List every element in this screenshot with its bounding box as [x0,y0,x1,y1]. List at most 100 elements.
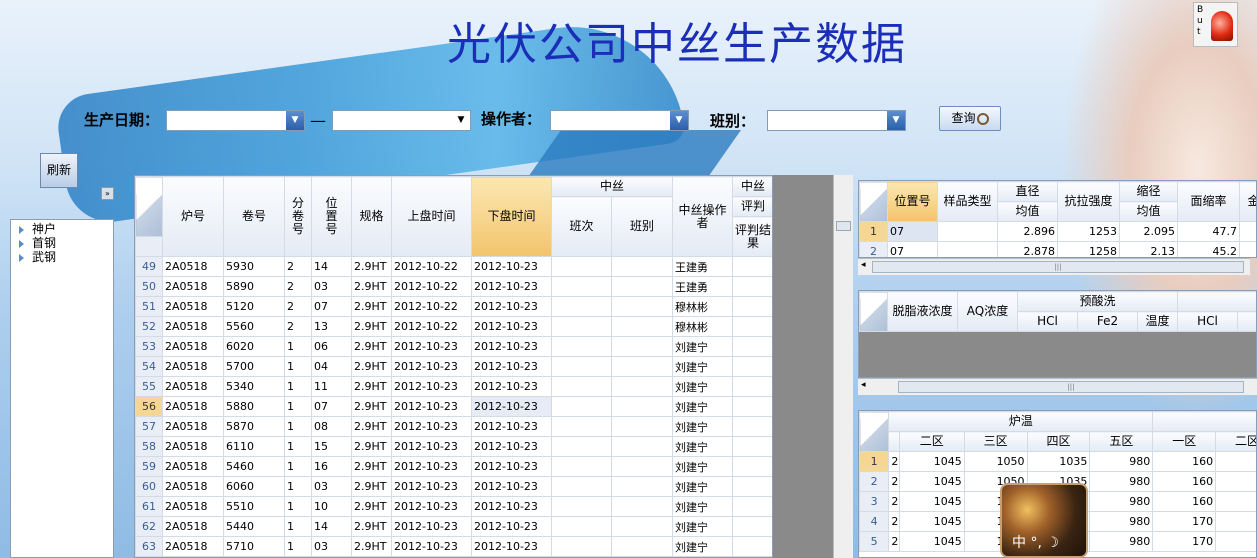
test-data-grid: 位置号 样品类型 直径 抗拉强度 缩径 面缩率 金相 均值 均值 1 07 2.… [858,180,1257,258]
ime-toolbar[interactable]: 中 °, ☽ [1000,483,1088,558]
date-end-combo[interactable]: ▼ [332,110,471,131]
col-header-temp[interactable]: 温度 [1137,311,1178,332]
col-header-shrink[interactable]: 缩径 [1119,181,1178,202]
pickling-data-grid: 脱脂液浓度 AQ浓度 预酸洗 HCl Fe2 温度 HCl [858,290,1257,378]
horizontal-scrollbar[interactable]: ◂ ||| [858,378,1257,395]
col-header-up-time[interactable]: 上盘时间 [391,176,472,257]
col-header-aq[interactable]: AQ浓度 [957,291,1018,332]
expand-arrow-icon[interactable] [19,253,24,262]
col-header-position[interactable]: 位置号 [311,176,352,257]
col-header-fe2[interactable]: Fe2 [1077,311,1138,332]
col-header-position[interactable]: 位置号 [887,181,938,222]
table-row[interactable]: 55 2A0518 5340 1 11 2.9HT 2012-10-23 2012-10-23… [135,376,772,397]
table-row[interactable]: 49 2A0518 5930 2 14 2.9HT 2012-10-22 2012-10-23… [135,256,772,277]
scroll-left-icon[interactable]: ◂ [861,380,866,390]
table-row[interactable]: 58 2A0518 6110 1 15 2.9HT 2012-10-23 2012-10-23… [135,436,772,457]
table-row[interactable]: 51 2A0518 5120 2 07 2.9HT 2012-10-22 2012-10-23… [135,296,772,317]
tree-node[interactable]: 首钢 [11,236,113,250]
date-label: 生产日期： [84,111,160,129]
main-data-grid: 炉号 卷号 分卷号 位置号 规格 上盘时间 下盘时间 中丝 中丝操作者 中丝 班… [134,175,773,558]
col-header-hcl-2[interactable]: HCl [1177,311,1238,332]
horizontal-scrollbar[interactable]: ◂ ||| [858,258,1250,275]
vertical-scrollbar[interactable] [833,175,853,558]
col-header-judge[interactable]: 评判 [732,196,772,217]
col-header-tensile[interactable]: 抗拉强度 [1057,181,1120,222]
col-header-coil[interactable]: 卷号 [223,176,285,257]
col-header-zone-2b[interactable]: 二区 [1215,431,1256,452]
shift-combo[interactable]: ▼ [767,110,906,131]
table-row[interactable]: 63 2A0518 5710 1 03 2.9HT 2012-10-23 2012-10-23… [135,536,772,557]
col-header-judge-result[interactable]: 评判结果 [732,216,772,257]
col-header-zone-1b[interactable]: 一区 [1152,431,1217,452]
page-title: 光伏公司中丝生产数据 [447,19,907,70]
col-header-shift-no[interactable]: 班次 [551,196,612,257]
table-row[interactable]: 2 07 2.878 1258 2.13 45.2 [859,241,1256,257]
col-header-diameter-avg[interactable]: 均值 [997,201,1058,222]
col-header-area-ratio[interactable]: 面缩率 [1177,181,1240,222]
scroll-thumb[interactable] [836,221,851,231]
table-row[interactable]: 60 2A0518 6060 1 03 2.9HT 2012-10-23 2012-10-23… [135,476,772,497]
dropdown-arrow-icon[interactable]: ▼ [286,111,304,130]
dropdown-arrow-icon[interactable]: ▼ [670,111,688,130]
table-row[interactable]: 56 2A0518 5880 1 07 2.9HT 2012-10-23 2012-10-23… [135,396,772,417]
table-row[interactable]: 53 2A0518 6020 1 06 2.9HT 2012-10-23 2012-10-23… [135,336,772,357]
table-row[interactable]: 54 2A0518 5700 1 04 2.9HT 2012-10-23 2012-10-23… [135,356,772,377]
col-header-diameter[interactable]: 直径 [997,181,1058,202]
magnifier-icon [976,112,989,125]
table-row[interactable]: 62 2A0518 5440 1 14 2.9HT 2012-10-23 2012-10-23… [135,516,772,537]
grid-corner[interactable] [859,411,890,452]
col-header-sample-type[interactable]: 样品类型 [937,181,998,222]
operator-label: 操作者： [481,110,542,128]
alarm-button-label: But [1197,5,1204,37]
col-header-furnace[interactable]: 炉号 [162,176,224,257]
alarm-button[interactable]: But [1193,2,1238,47]
grid-empty-area [773,175,833,558]
ime-text: 中 °, ☽ [1012,535,1059,551]
col-header-subcoil[interactable]: 分卷号 [284,176,312,257]
table-row[interactable]: 59 2A0518 5460 1 16 2.9HT 2012-10-23 2012-10-23… [135,456,772,477]
col-header-shift[interactable]: 班别 [610,196,674,257]
col-header-zone-5[interactable]: 五区 [1089,431,1154,452]
scroll-thumb[interactable]: ||| [898,381,1244,393]
col-header-metallography[interactable]: 金相 [1239,181,1256,222]
col-header-degrease[interactable]: 脱脂液浓度 [887,291,958,332]
col-header-hcl[interactable]: HCl [1017,311,1078,332]
table-row[interactable]: 57 2A0518 5870 1 08 2.9HT 2012-10-23 2012-10-23… [135,416,772,437]
col-group-prepickle: 预酸洗 [1017,291,1178,312]
refresh-button[interactable]: 刷新 [40,153,78,188]
query-button[interactable]: 查询 [939,106,1001,131]
col-group-zhongsi-2: 中丝 [732,176,772,197]
dropdown-arrow-icon[interactable]: ▼ [452,111,470,130]
expand-arrow-icon[interactable] [19,225,24,234]
operator-combo[interactable]: ▼ [550,110,689,131]
col-header-operator[interactable]: 中丝操作者 [672,176,734,257]
tree-view: 神户 首钢 武钢 [10,219,114,558]
shift-label: 班别： [710,112,756,130]
col-header-down-time[interactable]: 下盘时间 [471,176,552,257]
table-row[interactable]: 1 07 2.896 1253 2.095 47.7 [859,221,1256,242]
grid-corner[interactable] [859,291,888,332]
dropdown-arrow-icon[interactable]: ▼ [887,111,905,130]
expand-arrow-icon[interactable] [19,239,24,248]
date-separator: — [310,111,326,130]
query-button-label: 查询 [951,111,976,125]
col-header-zone-2[interactable]: 二区 [898,431,965,452]
col-header-zone-3[interactable]: 三区 [963,431,1028,452]
table-row[interactable]: 61 2A0518 5510 1 10 2.9HT 2012-10-23 2012-10-23… [135,496,772,517]
tree-node[interactable]: 武钢 [11,250,113,264]
date-start-combo[interactable]: ▼ [166,110,305,131]
col-header-zone-4[interactable]: 四区 [1026,431,1091,452]
grid-corner[interactable] [135,176,163,237]
alarm-lamp-icon [1211,11,1233,41]
col-header-shrink-avg[interactable]: 均值 [1119,201,1178,222]
col-header-spec[interactable]: 规格 [351,176,392,257]
table-row[interactable]: 52 2A0518 5560 2 13 2.9HT 2012-10-22 2012-10-23… [135,316,772,337]
tree-node[interactable]: 神户 [11,222,113,236]
scroll-left-icon[interactable]: ◂ [861,260,866,270]
grid-corner[interactable] [859,181,888,222]
table-row[interactable]: 50 2A0518 5890 2 03 2.9HT 2012-10-22 2012-10-23… [135,276,772,297]
collapse-icon[interactable]: » [101,187,114,200]
table-row[interactable]: 125104510501035980160100 [859,451,1256,472]
scroll-thumb[interactable]: ||| [872,261,1244,273]
col-group-furnace-temp: 炉温 [888,411,1154,432]
